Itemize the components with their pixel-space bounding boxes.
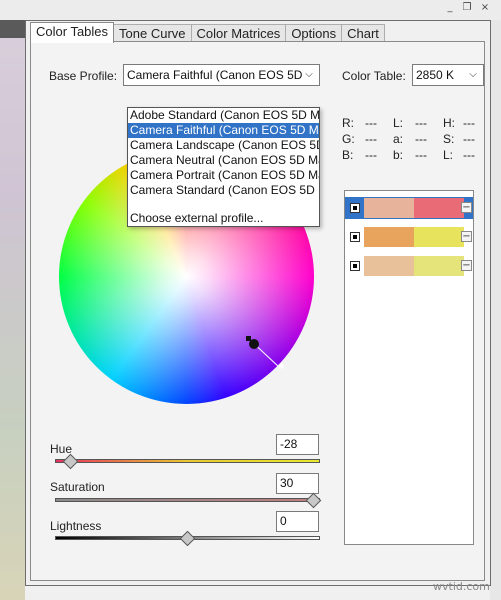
readout-b-value: --- — [365, 148, 377, 162]
readout-lightness-label: L: — [443, 148, 454, 162]
profile-option[interactable]: Camera Standard (Canon EOS 5D M — [128, 183, 319, 198]
color-table-list[interactable]: − − − — [344, 190, 474, 545]
readout-g-label: G: — [342, 132, 355, 146]
saturation-input[interactable]: 30 — [276, 473, 319, 494]
color-table-label: Color Table: — [342, 69, 406, 83]
base-profile-dropdown-list[interactable]: Adobe Standard (Canon EOS 5D Ma Camera F… — [127, 107, 320, 227]
arrow-head-icon: ➤ — [274, 359, 289, 374]
lightness-slider-thumb[interactable] — [179, 530, 195, 547]
saturation-slider-track[interactable] — [55, 498, 320, 502]
readout-r-value: --- — [365, 116, 377, 130]
target-color-swatch — [414, 198, 464, 218]
readout-g-value: --- — [365, 132, 377, 146]
source-color-swatch — [364, 198, 414, 218]
chevron-down-icon: ⌵ — [469, 69, 477, 80]
color-table-select[interactable]: 2850 K ⌵ — [412, 64, 484, 86]
chevron-down-icon: ⌵ — [305, 69, 313, 80]
background-photo — [0, 20, 25, 600]
dropdown-separator — [128, 198, 319, 211]
restore-button[interactable]: ❐ — [460, 2, 474, 15]
readout-b-label: B: — [342, 148, 354, 162]
profile-option[interactable]: Camera Portrait (Canon EOS 5D Ma — [128, 168, 319, 183]
background-toolbar — [0, 20, 25, 38]
readout-lightness-value: --- — [463, 148, 475, 162]
saturation-slider-thumb[interactable] — [305, 492, 322, 509]
remove-row-button[interactable]: − — [461, 260, 472, 271]
source-color-swatch — [364, 227, 414, 247]
readout-lab-b-label: b: — [393, 148, 404, 162]
hue-input[interactable]: -28 — [276, 434, 319, 455]
watermark: wvtid.com — [433, 580, 490, 593]
source-color-swatch — [364, 256, 414, 276]
profile-option[interactable]: Camera Faithful (Canon EOS 5D Ma — [128, 123, 319, 138]
color-table-row[interactable]: − — [345, 255, 473, 277]
remove-row-button[interactable]: − — [461, 202, 472, 213]
tab-bar: Color Tables Tone Curve Color Matrices O… — [30, 22, 385, 43]
readout-lab-b-value: --- — [415, 148, 427, 162]
target-color-swatch — [414, 256, 464, 276]
color-table-row[interactable]: − — [345, 226, 473, 248]
base-profile-value: Camera Faithful (Canon EOS 5D — [127, 68, 303, 82]
color-point-handle[interactable] — [249, 339, 259, 349]
row-enable-checkbox[interactable] — [350, 232, 360, 242]
lightness-label: Lightness — [50, 519, 102, 533]
readout-a-value: --- — [415, 132, 427, 146]
hue-slider-thumb[interactable] — [62, 453, 79, 470]
profile-editor-dialog: Color Tables Tone Curve Color Matrices O… — [25, 20, 491, 586]
readout-s-label: S: — [443, 132, 455, 146]
background-panel — [490, 20, 501, 600]
choose-external-profile-option[interactable]: Choose external profile... — [128, 211, 319, 226]
color-tables-pane: Base Profile: Camera Faithful (Canon EOS… — [30, 41, 485, 581]
readout-s-value: --- — [463, 132, 475, 146]
base-profile-select[interactable]: Camera Faithful (Canon EOS 5D ⌵ — [123, 64, 320, 86]
minimize-button[interactable]: _ — [443, 2, 457, 15]
readout-r-label: R: — [342, 116, 354, 130]
color-table-row[interactable]: − — [345, 197, 473, 219]
color-table-value: 2850 K — [416, 68, 455, 82]
base-profile-label: Base Profile: — [49, 69, 118, 83]
row-enable-checkbox[interactable] — [350, 203, 360, 213]
saturation-label: Saturation — [50, 480, 105, 494]
readout-h-label: H: — [443, 116, 455, 130]
window-titlebar: _ ❐ × — [0, 0, 501, 20]
close-button[interactable]: × — [478, 2, 492, 15]
profile-option[interactable]: Camera Neutral (Canon EOS 5D Ma — [128, 153, 319, 168]
row-enable-checkbox[interactable] — [350, 261, 360, 271]
readout-h-value: --- — [463, 116, 475, 130]
profile-option[interactable]: Adobe Standard (Canon EOS 5D Ma — [128, 108, 319, 123]
hue-slider-track[interactable] — [55, 459, 320, 463]
tab-color-tables[interactable]: Color Tables — [30, 22, 115, 43]
lightness-input[interactable]: 0 — [276, 511, 319, 532]
profile-option[interactable]: Camera Landscape (Canon EOS 5D — [128, 138, 319, 153]
target-color-swatch — [414, 227, 464, 247]
remove-row-button[interactable]: − — [461, 231, 472, 242]
readout-l-label: L: — [393, 116, 404, 130]
readout-a-label: a: — [393, 132, 404, 146]
readout-l-value: --- — [415, 116, 427, 130]
